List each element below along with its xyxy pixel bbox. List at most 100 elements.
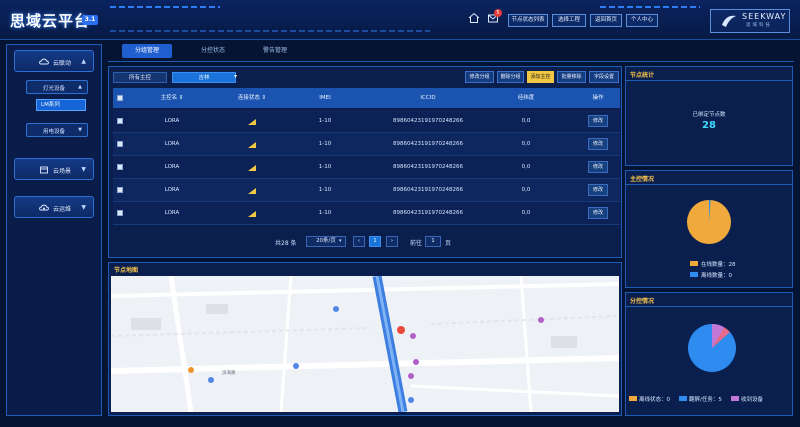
cell-coordinates: 0,0	[521, 118, 531, 124]
prev-page-button[interactable]: ‹	[353, 236, 365, 247]
bound-nodes-value: 28	[702, 120, 716, 131]
cell-coordinates: 0,0	[521, 164, 531, 170]
chevron-down-icon: ▾	[339, 238, 342, 244]
message-count-badge: 5	[494, 9, 502, 17]
signal-icon	[242, 110, 262, 133]
filter-all-controllers[interactable]: 所有主控	[113, 72, 167, 83]
node-status-list-button[interactable]: 节点状态列表	[508, 14, 548, 27]
nav-sub-label: 用电设备	[43, 129, 66, 135]
controller-status-title: 主控情况	[630, 176, 655, 183]
edit-row-button[interactable]: 修改	[588, 207, 608, 219]
map-road-label: 滨海路	[222, 371, 236, 376]
legend-offline-status-swatch	[629, 396, 637, 401]
edit-row-button[interactable]: 修改	[588, 184, 608, 196]
caret-down-icon[interactable]: ▾	[234, 73, 237, 80]
cell-iccid: 89860423191970248266	[393, 164, 463, 170]
cell-coordinates: 0,0	[521, 141, 531, 147]
tab-alarm-management[interactable]: 警告管理	[252, 44, 298, 58]
version-badge: 3.1	[82, 15, 98, 25]
cloud-link-icon	[39, 58, 49, 65]
tab-group-management[interactable]: 分组管理	[122, 44, 172, 58]
panel-divider	[626, 306, 792, 307]
brand-name: SEEKWAY	[742, 12, 787, 21]
edit-row-button[interactable]: 修改	[588, 138, 608, 150]
user-center-button[interactable]: 个人中心	[626, 14, 658, 27]
goto-page-input[interactable]: 1	[425, 236, 441, 247]
edit-group-button[interactable]: 修改分组	[465, 71, 494, 83]
nav-sub-power[interactable]: 用电设备 ▼	[26, 123, 88, 137]
legend-received-swatch	[731, 396, 739, 401]
cell-imei: 1-10	[318, 118, 332, 124]
chevron-down-icon: ▼	[78, 127, 82, 133]
cell-controller-name: LORA	[164, 118, 180, 124]
row-checkbox[interactable]	[117, 210, 123, 216]
nav-leaf-lm-series[interactable]: LM系列	[36, 99, 86, 111]
col-coordinates: 经纬度	[517, 95, 535, 101]
page-number-current[interactable]: 1	[369, 236, 381, 247]
cell-imei: 1-10	[318, 210, 332, 216]
node-map[interactable]	[111, 276, 619, 412]
bound-nodes-label: 已绑定节点数	[692, 112, 726, 118]
nav-label: 云联动	[53, 60, 72, 67]
scene-icon	[40, 166, 48, 174]
cell-iccid: 89860423191970248266	[393, 118, 463, 124]
edit-row-button[interactable]: 修改	[588, 115, 608, 127]
legend-received-label: 收到设备	[741, 397, 764, 403]
pager-total: 共28 条	[275, 240, 297, 247]
cell-iccid: 89860423191970248266	[393, 187, 463, 193]
cell-imei: 1-10	[318, 141, 332, 147]
dist-status-pie	[688, 324, 736, 372]
nav-cloud-linkage[interactable]: 云联动 ▲	[14, 50, 94, 72]
signal-icon	[242, 133, 262, 156]
nav-sub-lighting[interactable]: 灯光设备 ▲	[26, 80, 88, 94]
header-deco-line	[110, 30, 430, 32]
controller-status-pie	[687, 199, 731, 244]
legend-offline-label: 离线数量：0	[701, 273, 732, 279]
cell-iccid: 89860423191970248266	[393, 210, 463, 216]
nav-cloud-ops[interactable]: 云运维 ▼	[14, 196, 94, 218]
legend-task-swatch	[679, 396, 687, 401]
back-home-button[interactable]: 返回首页	[590, 14, 622, 27]
nav-sub-label: 灯光设备	[43, 86, 66, 92]
nav-cloud-scene[interactable]: 云场景 ▼	[14, 158, 94, 180]
tab-divider	[108, 61, 794, 62]
row-checkbox[interactable]	[117, 118, 123, 124]
legend-task-label: 翻屏/任务：5	[689, 397, 722, 403]
field-settings-button[interactable]: 字段设置	[589, 71, 619, 83]
add-controller-button[interactable]: 添加主控	[527, 71, 554, 83]
select-all-checkbox[interactable]	[117, 95, 123, 101]
cell-coordinates: 0,0	[521, 187, 531, 193]
delete-group-button[interactable]: 删除分组	[497, 71, 524, 83]
cell-controller-name: LORA	[164, 164, 180, 170]
node-map-title: 节点地图	[114, 267, 139, 274]
chevron-down-icon: ▼	[81, 204, 86, 211]
header-deco-left	[110, 6, 220, 8]
chevron-down-icon: ▼	[81, 166, 86, 173]
batch-remove-button[interactable]: 批量移除	[557, 71, 586, 83]
page-unit-label: 页	[445, 240, 452, 247]
cell-imei: 1-10	[318, 164, 332, 170]
home-icon[interactable]	[468, 12, 480, 24]
row-checkbox[interactable]	[117, 187, 123, 193]
filter-group-jilin[interactable]: 吉林	[172, 72, 236, 83]
select-project-button[interactable]: 选择工程	[552, 14, 586, 27]
cell-coordinates: 0,0	[521, 210, 531, 216]
row-checkbox[interactable]	[117, 164, 123, 170]
panel-divider	[626, 184, 792, 185]
col-controller-name[interactable]: 主控名 ⇕	[130, 88, 214, 108]
brand-subtitle: 思域科技	[746, 23, 772, 28]
row-checkbox[interactable]	[117, 141, 123, 147]
nav-label: 云场景	[53, 168, 72, 175]
tab-control-status[interactable]: 分控状态	[190, 44, 236, 58]
col-actions: 操作	[592, 95, 604, 101]
map-svg	[111, 276, 619, 412]
col-imei: IMEI	[319, 95, 331, 101]
col-connection-status[interactable]: 连接状态 ⇕	[228, 88, 276, 108]
cell-controller-name: LORA	[164, 141, 180, 147]
edit-row-button[interactable]: 修改	[588, 161, 608, 173]
ops-cloud-icon	[39, 204, 49, 211]
dist-status-title: 分控情况	[630, 298, 655, 305]
cell-controller-name: LORA	[164, 187, 180, 193]
next-page-button[interactable]: ›	[386, 236, 398, 247]
header-deco-right	[600, 6, 700, 8]
